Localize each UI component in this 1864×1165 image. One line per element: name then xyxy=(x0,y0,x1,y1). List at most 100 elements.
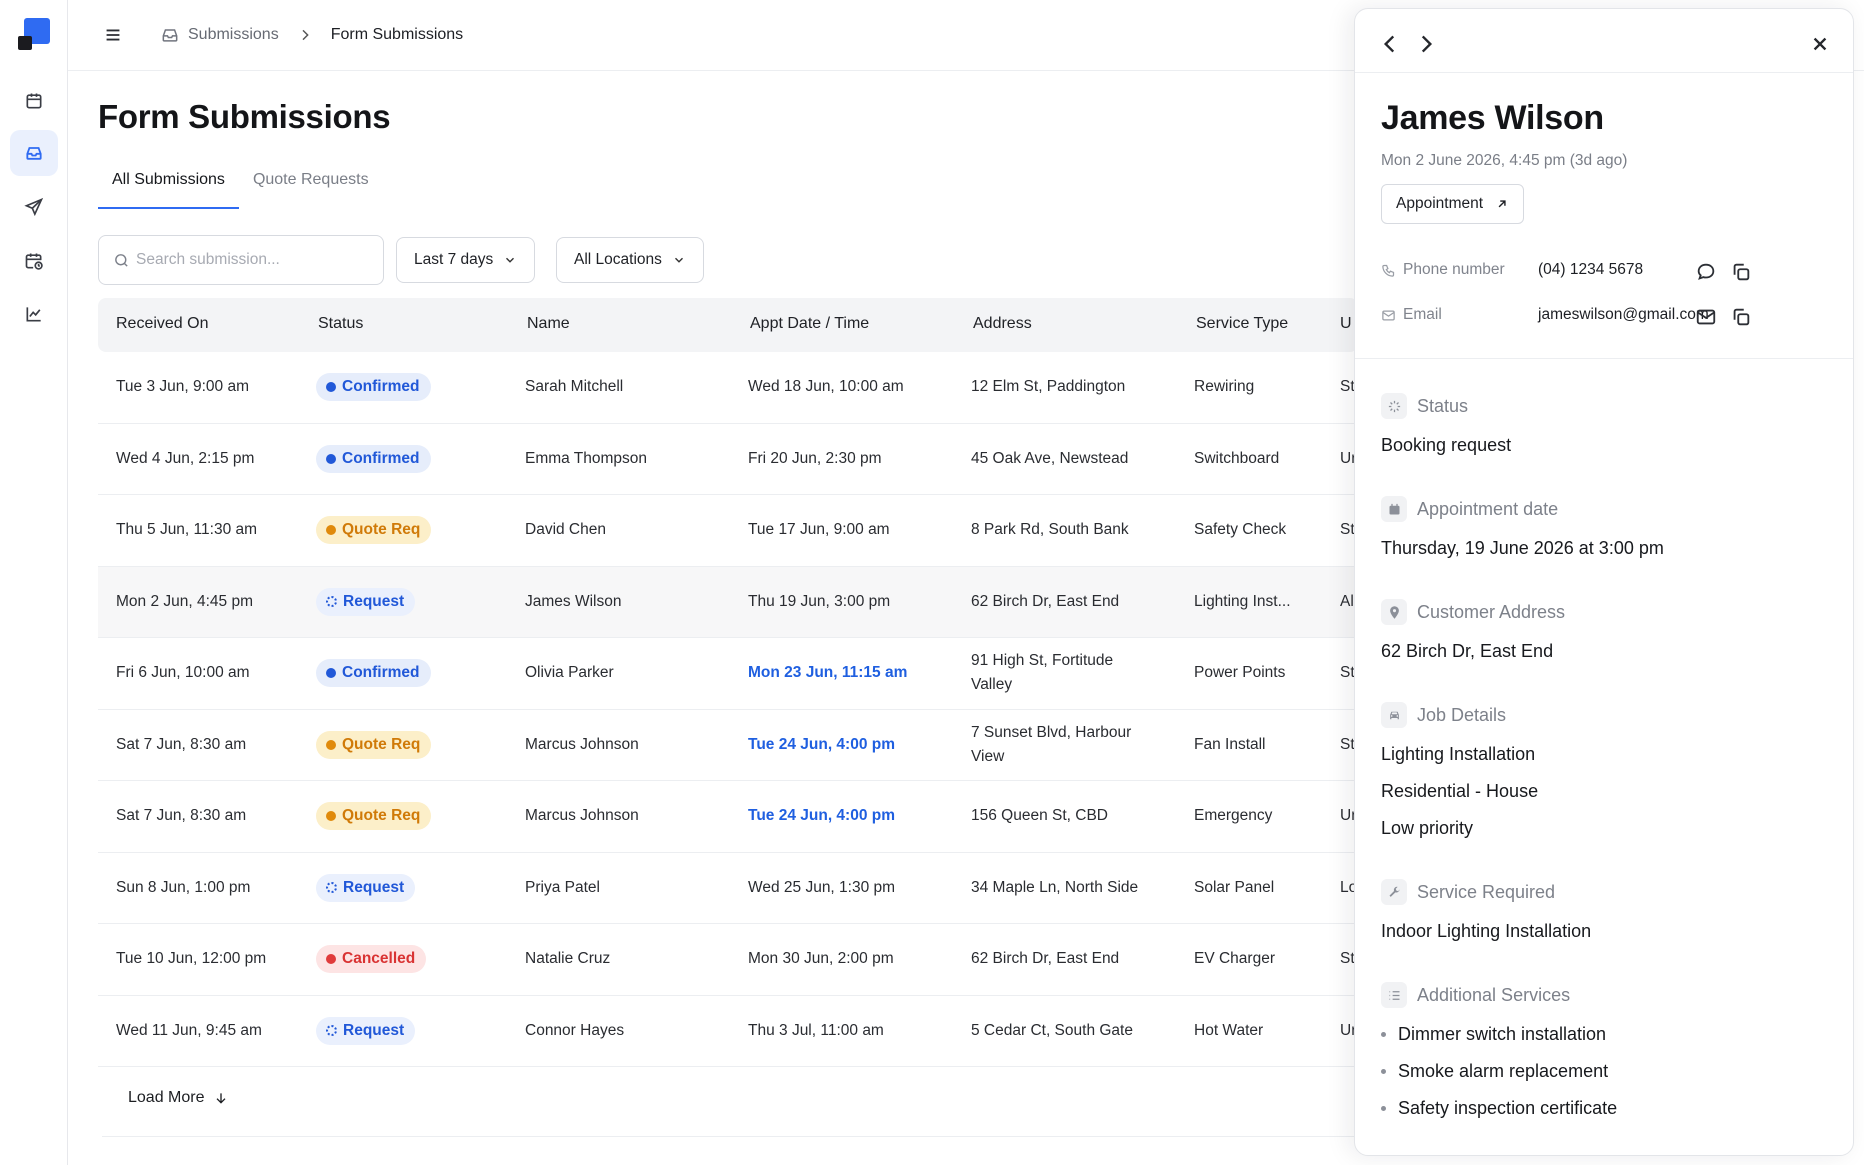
table-row[interactable]: Wed 4 Jun, 2:15 pm Confirmed Emma Thompson… xyxy=(98,424,1358,495)
calendar-icon[interactable] xyxy=(10,78,58,124)
calendar-clock-icon[interactable] xyxy=(10,238,58,284)
pending-icon xyxy=(326,882,337,894)
appointment-link-button[interactable]: Appointment xyxy=(1381,184,1525,224)
phone-icon xyxy=(1382,264,1395,277)
name-cell: Marcus Johnson xyxy=(525,807,639,825)
job-details-section-header: Job Details xyxy=(1381,702,1506,728)
column-name[interactable]: Name xyxy=(527,315,570,333)
phone-label: Phone number xyxy=(1381,261,1505,279)
additional-services-section-header: Additional Services xyxy=(1381,982,1570,1008)
received-on-cell: Fri 6 Jun, 10:00 am xyxy=(116,664,250,682)
name-cell: Priya Patel xyxy=(525,878,600,896)
previous-icon[interactable] xyxy=(1377,31,1403,57)
table-row[interactable]: Thu 5 Jun, 11:30 am Quote Req David Chen Tu… xyxy=(98,495,1358,567)
column-address[interactable]: Address xyxy=(973,315,1032,333)
date-range-label: Last 7 days xyxy=(414,251,494,268)
address-cell: 12 Elm St, Paddington xyxy=(971,378,1126,396)
table-row[interactable]: Fri 6 Jun, 10:00 am Confirmed Olivia Parke… xyxy=(98,638,1358,710)
load-more-label: Load More xyxy=(128,1089,205,1106)
table-header: Received On Status Name Appt Date / Time… xyxy=(98,298,1358,352)
close-icon[interactable] xyxy=(1807,31,1833,57)
table-row[interactable]: Sat 7 Jun, 8:30 am Quote Req Marcus Johnso… xyxy=(98,781,1358,853)
address-section-header: Customer Address xyxy=(1381,599,1565,625)
send-icon[interactable] xyxy=(10,184,58,230)
status-badge: Confirmed xyxy=(316,444,431,473)
table-row[interactable]: Sat 7 Jun, 8:30 am Quote Req Marcus Johnso… xyxy=(98,710,1358,781)
table-row[interactable]: Sun 8 Jun, 1:00 pm Request Priya Patel Wed … xyxy=(98,853,1358,924)
received-on-cell: Sat 7 Jun, 8:30 am xyxy=(116,807,247,825)
table-row[interactable]: Wed 11 Jun, 9:45 am Request Connor Hayes Th… xyxy=(98,996,1358,1067)
search-input[interactable] xyxy=(136,251,366,269)
status-dot-icon xyxy=(326,954,336,965)
address-cell: 62 Birch Dr, East End xyxy=(971,592,1120,610)
load-more-button[interactable]: Load More xyxy=(128,1089,229,1107)
hamburger-menu-icon[interactable] xyxy=(102,24,124,46)
received-on-cell: Sun 8 Jun, 1:00 pm xyxy=(116,878,251,896)
appt-date-cell: Mon 23 Jun, 11:15 am xyxy=(748,664,908,682)
address-cell: 5 Cedar Ct, South Gate xyxy=(971,1021,1133,1039)
analytics-icon[interactable] xyxy=(10,291,58,337)
status-dot-icon xyxy=(326,739,336,750)
address-cell: 34 Maple Ln, North Side xyxy=(971,878,1139,896)
next-icon[interactable] xyxy=(1413,31,1439,57)
copy-icon[interactable] xyxy=(1730,261,1752,283)
location-label: All Locations xyxy=(574,251,662,268)
table-row[interactable]: Mon 2 Jun, 4:45 pm Request James Wilson Thu… xyxy=(98,566,1358,638)
send-email-icon[interactable] xyxy=(1695,306,1717,328)
address-cell: 156 Queen St, CBD xyxy=(971,807,1108,825)
external-arrow-icon xyxy=(1498,200,1506,208)
status-badge: Quote Req xyxy=(316,516,432,545)
inbox-icon[interactable] xyxy=(10,130,58,176)
tab-all-submissions[interactable]: All Submissions xyxy=(98,163,239,209)
app-logo[interactable] xyxy=(18,18,50,50)
appt-date-cell: Wed 25 Jun, 1:30 pm xyxy=(748,878,896,896)
column-received-on[interactable]: Received On xyxy=(116,315,209,333)
location-dropdown[interactable]: All Locations xyxy=(556,237,704,283)
submission-detail-panel: James Wilson Mon 2 June 2026, 4:45 pm (3… xyxy=(1354,8,1854,1156)
search-icon xyxy=(115,253,128,267)
received-on-cell: Thu 5 Jun, 11:30 am xyxy=(116,521,258,539)
tab-quote-requests[interactable]: Quote Requests xyxy=(239,163,383,209)
column-appt-date[interactable]: Appt Date / Time xyxy=(750,315,869,333)
table-row[interactable]: Tue 3 Jun, 9:00 am Confirmed Sarah Mitchel… xyxy=(98,352,1358,424)
service-type-cell: Fan Install xyxy=(1194,735,1266,753)
appointment-tag-label: Appointment xyxy=(1396,195,1484,212)
column-service-type[interactable]: Service Type xyxy=(1196,315,1288,333)
additional-service-item: Smoke alarm replacement xyxy=(1381,1061,1608,1082)
copy-icon[interactable] xyxy=(1730,306,1752,328)
service-type-cell: Rewiring xyxy=(1194,378,1255,396)
column-u[interactable]: U xyxy=(1340,315,1352,333)
appt-date-cell: Tue 24 Jun, 4:00 pm xyxy=(748,735,896,753)
column-status[interactable]: Status xyxy=(318,315,363,333)
appt-date-cell: Tue 17 Jun, 9:00 am xyxy=(748,521,890,539)
status-dot-icon xyxy=(326,668,336,679)
address-cell: 91 High St, Fortitude Valley xyxy=(971,652,1114,694)
table-row[interactable]: Tue 10 Jun, 12:00 pm Cancelled Natalie Cru… xyxy=(98,924,1358,996)
additional-service-item: Dimmer switch installation xyxy=(1381,1024,1606,1045)
status-badge: Request xyxy=(316,873,416,902)
car-icon xyxy=(1381,702,1407,728)
address-cell: 62 Birch Dr, East End xyxy=(971,950,1120,968)
chevron-down-icon xyxy=(674,257,683,263)
received-on-cell: Wed 4 Jun, 2:15 pm xyxy=(116,449,255,467)
address-cell: 45 Oak Ave, Newstead xyxy=(971,449,1129,467)
name-cell: Marcus Johnson xyxy=(525,735,639,753)
name-cell: Natalie Cruz xyxy=(525,950,611,968)
email-value: jameswilson@gmail.com xyxy=(1538,306,1709,323)
date-range-dropdown[interactable]: Last 7 days xyxy=(396,237,536,283)
name-cell: David Chen xyxy=(525,521,606,539)
name-cell: Sarah Mitchell xyxy=(525,378,624,396)
received-on-cell: Mon 2 Jun, 4:45 pm xyxy=(116,592,253,610)
chevron-right-icon xyxy=(302,29,309,41)
appt-date-cell: Mon 30 Jun, 2:00 pm xyxy=(748,950,894,968)
page-title: Form Submissions xyxy=(98,98,391,135)
pending-icon xyxy=(326,1025,337,1037)
message-icon[interactable] xyxy=(1695,261,1717,283)
search-box[interactable] xyxy=(98,235,384,285)
inbox-icon xyxy=(162,29,178,42)
status-badge: Confirmed xyxy=(316,659,431,688)
breadcrumb-submissions[interactable]: Submissions xyxy=(188,26,279,44)
appointment-value: Thursday, 19 June 2026 at 3:00 pm xyxy=(1381,538,1664,558)
received-on-cell: Sat 7 Jun, 8:30 am xyxy=(116,735,247,753)
list-icon xyxy=(1381,982,1407,1008)
